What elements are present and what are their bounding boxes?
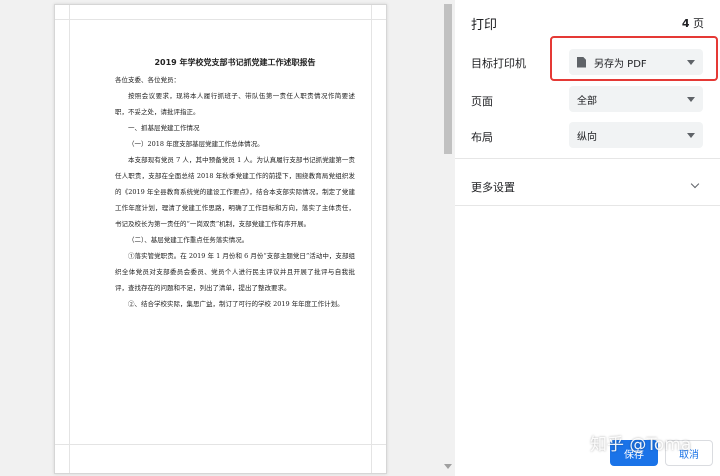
document-content: 2019 年学校党支部书记抓党建工作述职报告 各位支委、各位党员： 按照会议要求… [115,57,355,312]
page-count-unit: 页 [693,17,704,30]
pages-label: 页面 [471,95,493,108]
caret-down-icon [687,133,695,138]
page-margin-bottom [55,444,386,445]
document-title: 2019 年学校党支部书记抓党建工作述职报告 [154,58,316,67]
destination-highlight-box [550,36,718,81]
pages-select[interactable]: 全部 [569,86,703,112]
page-margin-top [55,19,386,20]
preview-page: 2019 年学校党支部书记抓党建工作述职报告 各位支委、各位党员： 按照会议要求… [54,4,387,474]
destination-label: 目标打印机 [471,57,526,70]
document-paragraph: （二）、基层党建工作重点任务落实情况。 [128,236,249,244]
document-paragraph: （一）2018 年度支部基层党建工作总体情况。 [128,140,264,148]
page-margin-right [371,5,372,473]
document-paragraph: ①落实管党职责。在 2019 年 1 月份和 6 月份“支部主题党日”活动中，支… [115,252,355,292]
chevron-down-icon[interactable] [690,179,700,189]
preview-scrollbar-thumb[interactable] [444,4,452,154]
settings-divider [455,158,720,159]
more-settings-toggle[interactable]: 更多设置 [471,179,515,195]
pages-value: 全部 [577,95,597,107]
document-paragraph: 本支部现有党员 7 人，其中预备党员 1 人。为认真履行支部书记抓党建第一责任人… [115,156,355,228]
layout-label: 布局 [471,131,493,144]
page-count: 4 页 [682,15,704,31]
print-title: 打印 [471,18,498,33]
scroll-down-arrow-icon[interactable] [444,464,452,469]
caret-down-icon [687,97,695,102]
layout-select[interactable]: 纵向 [569,122,703,148]
page-margin-left [69,5,70,473]
print-settings-panel: 打印 4 页 目标打印机 另存为 PDF 页面 全部 布局 纵向 更多设置 保存… [455,0,720,476]
page-count-number: 4 [681,17,690,30]
watermark: 知乎 @Toma [590,435,692,455]
document-paragraph: 按照会议要求，现将本人履行抓班子、带队伍第一责任人职责情况作简要述职，不妥之处，… [115,92,355,116]
document-paragraph: 一、抓基层党建工作情况 [128,124,200,132]
layout-value: 纵向 [577,131,597,143]
settings-divider [455,205,720,206]
print-preview-pane: 2019 年学校党支部书记抓党建工作述职报告 各位支委、各位党员： 按照会议要求… [0,0,455,476]
document-paragraph: ②、结合学校实际，集思广益，制订了可行的学校 2019 年年度工作计划。 [128,300,344,308]
document-paragraph: 各位支委、各位党员： [115,76,180,84]
